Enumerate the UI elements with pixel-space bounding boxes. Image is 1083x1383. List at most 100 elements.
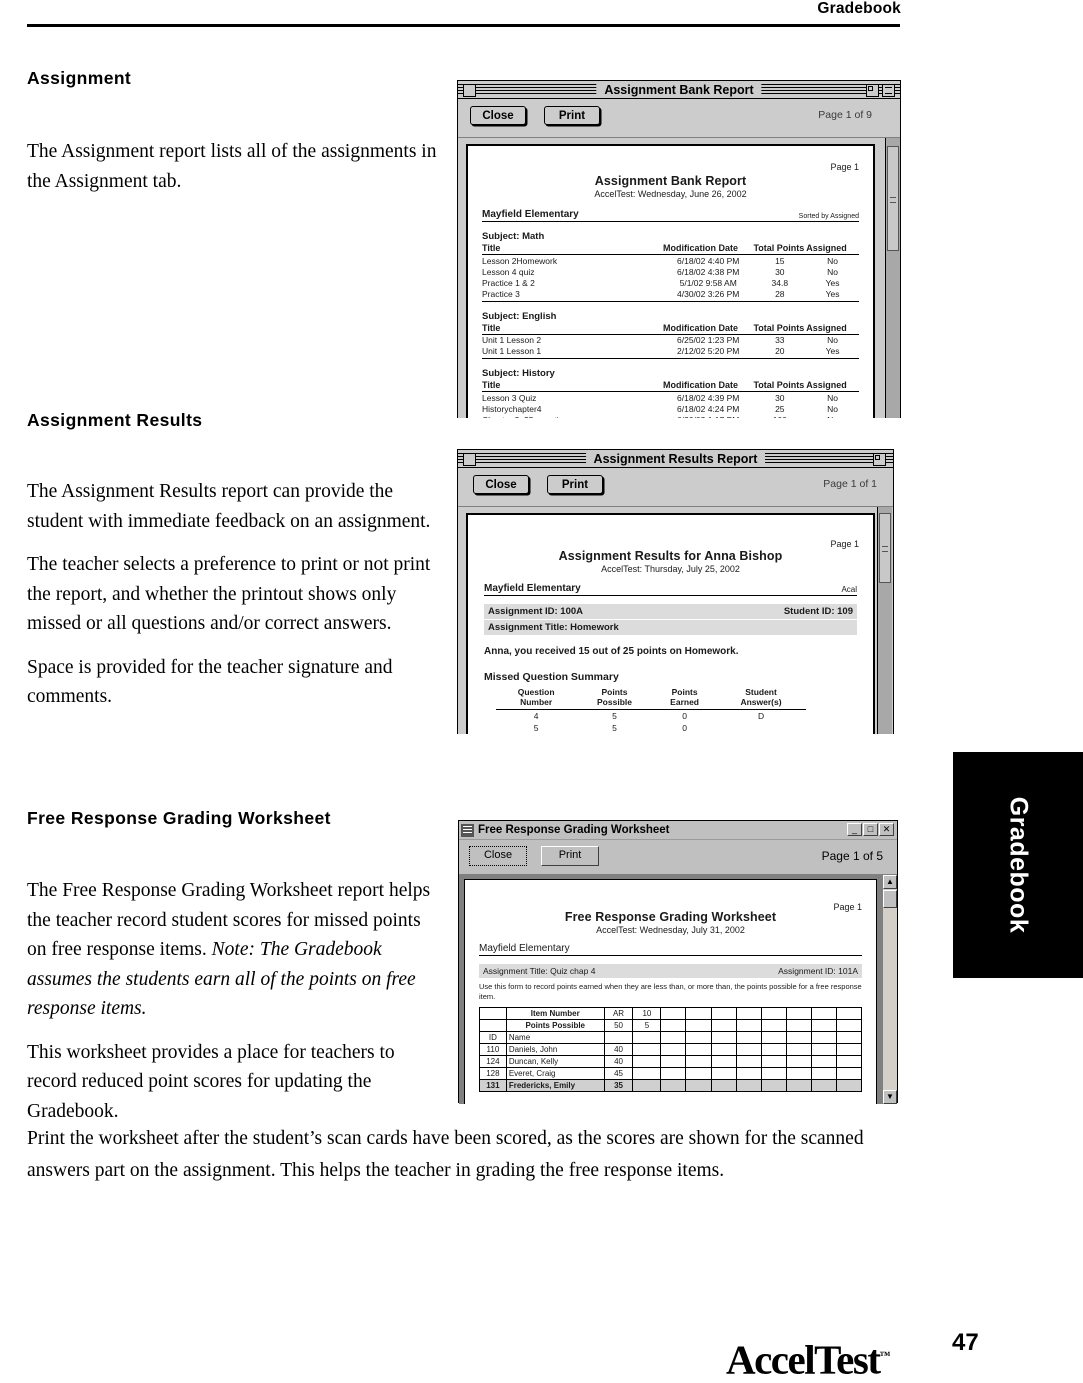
maximize-icon[interactable]: □: [863, 823, 878, 836]
cell-blank: [710, 1031, 737, 1044]
paragraph-results-2: The teacher selects a preference to prin…: [27, 554, 431, 634]
footer-logo-acceltest: AccelTest™: [726, 1336, 890, 1381]
cell-blank: [735, 1031, 762, 1044]
section-assignment-results: Assignment Results The Assignment Result…: [27, 410, 437, 726]
report-paper-free-response: Page 1 Free Response Grading Worksheet A…: [464, 879, 877, 1104]
table-assignments-math: Title Modification Date Total Points Ass…: [482, 242, 859, 302]
cell-moddate: 6/18/02 4:38 PM: [677, 266, 740, 277]
print-button[interactable]: Print: [541, 846, 599, 866]
screenshot-free-response-window: Free Response Grading Worksheet _ □ ✕ Cl…: [458, 820, 898, 1104]
col-header-moddate: Modification Date: [662, 242, 754, 255]
cell-blank: [660, 1031, 687, 1044]
results-statement: Anna, you received 15 out of 25 points o…: [484, 646, 739, 657]
cell-title: Lesson 3 Quiz: [482, 392, 537, 403]
scrollbar-thumb[interactable]: [883, 890, 897, 908]
table-row: Chapter 3, 25 questions 6/20/02 1:17 PM …: [482, 414, 859, 418]
cell-blank: [835, 1031, 863, 1044]
section-assignment: Assignment The Assignment report lists a…: [27, 68, 437, 210]
cell-blank: [735, 1055, 762, 1068]
paragraph-results-1: The Assignment Results report can provid…: [27, 481, 431, 532]
cell-blank: [735, 1007, 762, 1020]
cell-points: 25: [775, 403, 785, 414]
table-assignments-english: Title Modification Date Total Points Ass…: [482, 321, 859, 359]
cell-blank: [660, 1055, 687, 1068]
cell-blank: [632, 1031, 662, 1044]
page-header-rule: [27, 24, 900, 27]
table-row: 110 Daniels, John 40: [479, 1043, 863, 1056]
assignment-info-bar: Assignment Title: Quiz chap 4 Assignment…: [479, 964, 862, 978]
page-indicator: Page 1 of 5: [821, 849, 883, 863]
content-area-assignment-results: Page 1 Assignment Results for Anna Bisho…: [458, 507, 893, 734]
cell-student-id: 131: [479, 1079, 507, 1092]
cell-blank: [660, 1019, 687, 1032]
zoom-box-icon[interactable]: [866, 84, 879, 97]
report-subtitle: AccelTest: Wednesday, July 31, 2002: [596, 925, 745, 935]
cell-points: 20: [753, 345, 807, 359]
paragraph-fr-1: The Free Response Grading Worksheet repo…: [27, 876, 442, 1024]
cell-question-number: 4: [533, 711, 539, 721]
cell-blank: [810, 1079, 837, 1092]
close-icon[interactable]: ✕: [879, 823, 894, 836]
scroll-up-arrow-icon[interactable]: ▲: [883, 875, 897, 889]
cell-blank: [810, 1031, 837, 1044]
vertical-scrollbar[interactable]: [885, 138, 900, 418]
close-button[interactable]: Close: [470, 106, 526, 125]
cell-question-number: 5: [496, 722, 577, 734]
col-header-line2: Answer(s): [740, 697, 782, 707]
cell-item-ar: AR: [603, 1007, 634, 1020]
table-row-item-number: Item Number AR 10: [479, 1007, 863, 1020]
cell-blank: [710, 1007, 737, 1020]
report-title: Assignment Results for Anna Bishop: [558, 549, 783, 563]
heading-free-response: Free Response Grading Worksheet: [27, 808, 331, 828]
instructions-text: Use this form to record points earned wh…: [479, 982, 862, 1001]
cell-assigned: Yes: [806, 288, 859, 302]
page-header-title: Gradebook: [817, 0, 901, 17]
print-button[interactable]: Print: [544, 106, 600, 125]
close-button[interactable]: Close: [469, 846, 527, 866]
report-subtitle: AccelTest: Thursday, July 25, 2002: [601, 564, 740, 574]
close-box-icon[interactable]: [463, 84, 476, 97]
col-header-points: Total Points: [753, 321, 807, 335]
subject-label-math: Subject: Math: [482, 231, 545, 242]
paragraph-results-3: Space is provided for the teacher signat…: [27, 656, 393, 708]
cell-pp-2: 5: [632, 1019, 662, 1032]
cell-student-score: 40: [603, 1043, 634, 1056]
col-header-line2: Earned: [670, 697, 699, 707]
close-button[interactable]: Close: [473, 475, 529, 494]
scrollbar-thumb[interactable]: [887, 146, 899, 251]
cell-points: 100: [753, 414, 807, 418]
vertical-scrollbar[interactable]: ▲ ▼: [882, 875, 897, 1104]
col-header-points: Total Points: [753, 242, 807, 255]
titlebar-assignment-results[interactable]: Assignment Results Report: [458, 450, 893, 468]
minimize-icon[interactable]: _: [847, 823, 862, 836]
cell-title: Historychapter4: [482, 403, 542, 414]
scrollbar-thumb[interactable]: [879, 513, 891, 583]
cell-blank: [785, 1079, 812, 1092]
vertical-scrollbar[interactable]: [877, 507, 892, 734]
content-area-free-response: Page 1 Free Response Grading Worksheet A…: [459, 875, 897, 1104]
cell-blank: [735, 1067, 762, 1080]
titlebar-assignment-bank[interactable]: Assignment Bank Report: [458, 81, 900, 99]
cell-assigned: No: [827, 255, 839, 266]
report-paper-assignment-bank: Page 1 Assignment Bank Report AccelTest:…: [466, 144, 875, 418]
titlebar-free-response[interactable]: Free Response Grading Worksheet _ □ ✕: [459, 821, 897, 840]
cell-blank: [810, 1007, 837, 1020]
table-row: Unit 1 Lesson 2 6/25/02 1:23 PM 33 No: [482, 334, 859, 346]
cell-blank: [685, 1079, 712, 1092]
assignment-title-bar: Assignment Title: Homework: [484, 620, 857, 635]
table-row: 128 Everet, Craig 45: [479, 1067, 863, 1080]
close-box-icon[interactable]: [463, 453, 476, 466]
print-button[interactable]: Print: [547, 475, 603, 494]
scroll-down-arrow-icon[interactable]: ▼: [883, 1090, 897, 1104]
table-row: Practice 3 4/30/02 3:26 PM 28 Yes: [482, 288, 859, 302]
cell-moddate: 6/18/02 4:24 PM: [677, 403, 740, 414]
cell-blank: [685, 1067, 712, 1080]
zoom-box-icon[interactable]: [873, 453, 886, 466]
cell-student-score: 40: [603, 1055, 634, 1068]
screenshot-assignment-results-window: Assignment Results Report Close Print Pa…: [457, 449, 894, 734]
cell-blank: [785, 1019, 812, 1032]
col-header-moddate: Modification Date: [662, 321, 754, 335]
cell-blank: [632, 1079, 662, 1092]
col-header-line1: Student: [745, 687, 777, 697]
window-list-icon[interactable]: [882, 84, 895, 97]
